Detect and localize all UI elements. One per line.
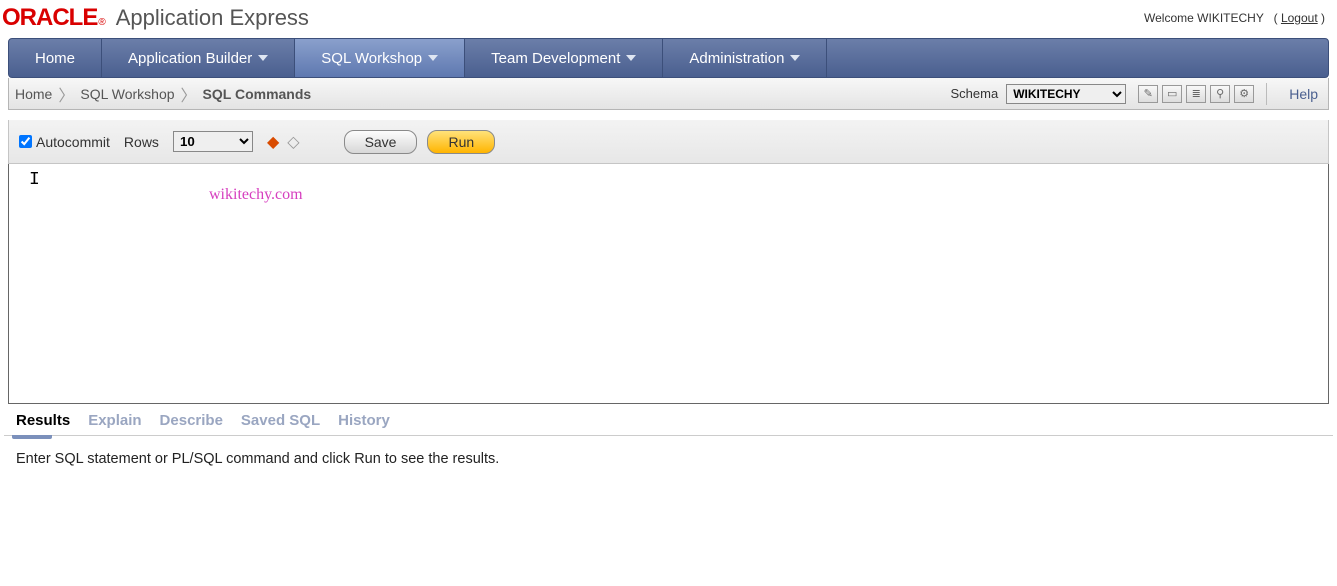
nav-label: Team Development [491, 50, 620, 67]
chevron-down-icon [428, 55, 438, 61]
result-tabs: Results Explain Describe Saved SQL Histo… [4, 404, 1333, 436]
breadcrumb-item[interactable]: SQL Workshop [80, 86, 174, 102]
tool-icon-row: ✎ ▭ ≣ ⚲ ⚙ [1138, 85, 1254, 103]
nav-administration[interactable]: Administration [663, 39, 827, 77]
brand-sub: Application Express [116, 5, 309, 31]
nav-label: SQL Workshop [321, 50, 422, 67]
toolbar-mini-icons: ◆ ◇ [267, 132, 300, 152]
tab-saved-sql[interactable]: Saved SQL [241, 412, 320, 433]
brand-logo: ORACLE ® Application Express [2, 4, 309, 32]
nav-home[interactable]: Home [9, 39, 102, 77]
schema-label: Schema [951, 86, 999, 101]
brand-registered: ® [98, 17, 105, 28]
header-bar: ORACLE ® Application Express Welcome WIK… [0, 0, 1337, 38]
save-button[interactable]: Save [344, 130, 418, 154]
search-icon[interactable]: ⚲ [1210, 85, 1230, 103]
help-link[interactable]: Help [1289, 86, 1318, 102]
autocommit-label: Autocommit [36, 134, 110, 150]
sql-editor[interactable]: I wikitechy.com [8, 164, 1329, 404]
tab-results[interactable]: Results [16, 412, 70, 433]
autocommit-input[interactable] [19, 135, 32, 148]
nav-label: Home [35, 50, 75, 67]
chevron-down-icon [790, 55, 800, 61]
breadcrumb-separator-icon: 〉 [58, 82, 74, 106]
breadcrumb-bar: Home 〉 SQL Workshop 〉 SQL Commands Schem… [8, 78, 1329, 110]
window-icon[interactable]: ▭ [1162, 85, 1182, 103]
brand-main: ORACLE [2, 4, 97, 32]
run-button[interactable]: Run [427, 130, 495, 154]
tab-explain[interactable]: Explain [88, 412, 141, 433]
breadcrumb-item[interactable]: Home [15, 86, 52, 102]
schema-select[interactable]: WIKITECHY [1006, 84, 1126, 104]
chevron-down-icon [626, 55, 636, 61]
format-icon[interactable]: ◇ [287, 132, 299, 152]
welcome-user: WIKITECHY [1197, 11, 1263, 25]
breadcrumb: Home 〉 SQL Workshop 〉 SQL Commands [15, 82, 311, 106]
tab-history[interactable]: History [338, 412, 390, 433]
text-cursor-icon: I [29, 170, 40, 190]
edit-icon[interactable]: ✎ [1138, 85, 1158, 103]
gear-icon[interactable]: ⚙ [1234, 85, 1254, 103]
nav-label: Administration [689, 50, 784, 67]
breadcrumb-separator-icon: 〉 [181, 82, 197, 106]
clear-icon[interactable]: ◆ [267, 132, 279, 152]
nav-team-development[interactable]: Team Development [465, 39, 663, 77]
logout-link[interactable]: Logout [1281, 11, 1318, 25]
autocommit-checkbox[interactable]: Autocommit [19, 134, 110, 150]
sql-toolbar: Autocommit Rows 10 ◆ ◇ Save Run [8, 120, 1329, 164]
result-message: Enter SQL statement or PL/SQL command an… [0, 439, 1337, 479]
tab-describe[interactable]: Describe [160, 412, 223, 433]
breadcrumb-current: SQL Commands [203, 86, 312, 102]
rows-label: Rows [124, 134, 159, 150]
watermark-text: wikitechy.com [209, 186, 303, 204]
welcome-prefix: Welcome [1144, 11, 1197, 25]
nav-application-builder[interactable]: Application Builder [102, 39, 295, 77]
rows-select[interactable]: 10 [173, 131, 253, 152]
list-icon[interactable]: ≣ [1186, 85, 1206, 103]
main-nav: Home Application Builder SQL Workshop Te… [8, 38, 1329, 78]
chevron-down-icon [258, 55, 268, 61]
separator [1266, 83, 1267, 105]
nav-sql-workshop[interactable]: SQL Workshop [295, 39, 465, 77]
header-user-area: Welcome WIKITECHY ( Logout ) [1144, 11, 1325, 25]
toolbar-buttons: Save Run [344, 130, 496, 154]
nav-label: Application Builder [128, 50, 252, 67]
breadcrumb-tools: Schema WIKITECHY ✎ ▭ ≣ ⚲ ⚙ Help [951, 83, 1323, 105]
